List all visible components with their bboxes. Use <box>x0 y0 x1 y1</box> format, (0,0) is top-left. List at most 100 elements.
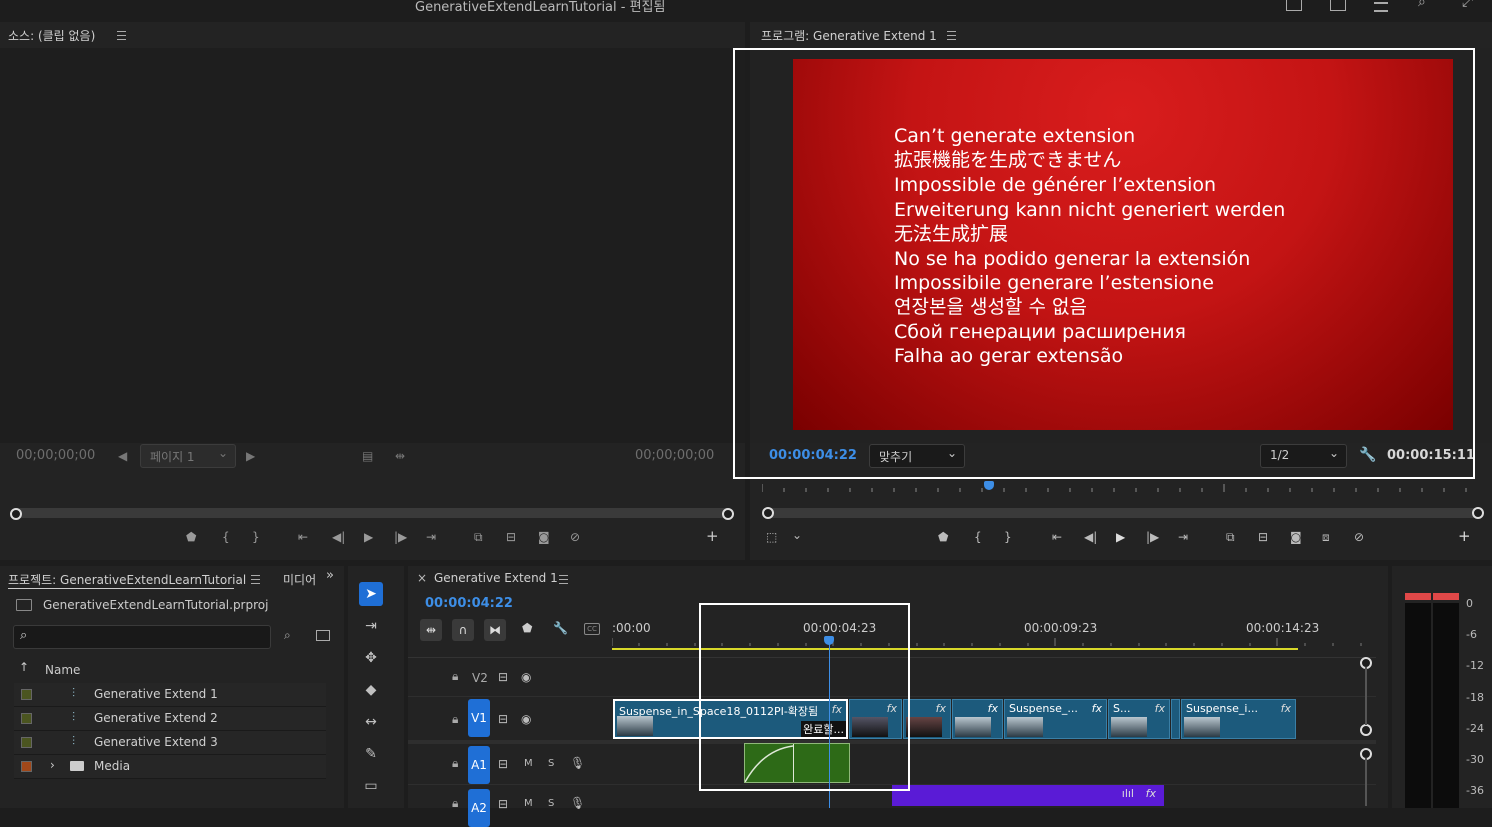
settings-wrench-icon[interactable]: 🔧 <box>553 621 568 635</box>
project-tab[interactable]: 프로젝트: GenerativeExtendLearnTutorial <box>8 571 246 588</box>
step-back-icon[interactable]: ◀| <box>1084 529 1097 545</box>
workspace-icon[interactable] <box>1374 2 1388 12</box>
program-scrub-end-handle[interactable] <box>1472 507 1484 519</box>
rectangle-tool-icon[interactable]: ▭ <box>359 774 383 798</box>
mark-out-icon[interactable]: } <box>252 529 260 545</box>
linked-selection-icon[interactable]: ⧓ <box>484 619 506 641</box>
nest-toggle-icon[interactable]: ⇹ <box>420 619 442 641</box>
list-item[interactable]: ⫶ Generative Extend 3 <box>14 731 326 755</box>
list-item[interactable]: ⫶ Generative Extend 2 <box>14 707 326 731</box>
chevron-down-icon[interactable]: ⌄ <box>792 527 802 543</box>
extract-icon[interactable]: ⊟ <box>1258 529 1268 545</box>
selection-zoom-icon[interactable]: ⬚ <box>766 529 777 545</box>
mark-in-icon[interactable]: { <box>974 529 982 545</box>
add-marker-icon[interactable]: ⬟ <box>938 529 948 545</box>
sync-lock-icon[interactable]: ⊟ <box>498 670 508 684</box>
go-to-in-icon[interactable]: ⇤ <box>298 529 308 545</box>
video-clip[interactable]: S... fx <box>1108 699 1170 739</box>
razor-tool-icon[interactable]: ◆ <box>359 678 383 702</box>
sync-lock-icon[interactable]: ⊟ <box>498 797 508 811</box>
label-color-swatch[interactable] <box>21 737 32 748</box>
project-panel-menu-icon[interactable] <box>251 575 260 584</box>
video-clip[interactable]: fx <box>903 699 951 739</box>
panel-overflow-icon[interactable]: » <box>326 568 334 583</box>
ripple-icon[interactable]: ⇹ <box>395 448 405 464</box>
program-time-ruler[interactable] <box>762 481 1482 494</box>
track-label-v2[interactable]: V2 <box>472 671 488 685</box>
label-color-swatch[interactable] <box>21 713 32 724</box>
add-button-icon[interactable]: + <box>1458 528 1471 544</box>
panel-layout-icon[interactable] <box>1286 0 1302 11</box>
sort-up-icon[interactable]: ↑ <box>19 660 29 674</box>
fullscreen-icon[interactable]: ⤢ <box>1462 0 1473 10</box>
timeline-panel-menu-icon[interactable] <box>559 575 568 584</box>
find-icon[interactable]: ⌕ <box>284 628 291 643</box>
track-select-tool-icon[interactable]: ⇥ <box>359 614 383 638</box>
lock-icon[interactable]: 🔒︎ <box>452 712 458 727</box>
mark-out-icon[interactable]: } <box>1004 529 1012 545</box>
timeline-tab[interactable]: Generative Extend 1 <box>434 571 558 585</box>
comparison-view-icon[interactable]: ⧈ <box>1322 529 1330 545</box>
export-frame-icon[interactable]: ◙ <box>538 529 550 545</box>
export-frame-icon[interactable]: ◙ <box>1290 529 1302 545</box>
ripple-edit-tool-icon[interactable]: ✥ <box>359 646 383 670</box>
track-label-a1[interactable]: A1 <box>468 746 490 784</box>
page-next-icon[interactable]: ▶ <box>246 448 255 464</box>
source-scrub-start-handle[interactable] <box>10 508 22 520</box>
expand-arrow-icon[interactable]: › <box>50 758 55 772</box>
search-icon[interactable]: ⌕ <box>1418 0 1426 10</box>
selection-tool-icon[interactable]: ➤ <box>359 582 383 606</box>
page-dropdown[interactable]: 페이지 1 ⌄ <box>140 444 236 468</box>
video-clip[interactable]: Suspense_... fx <box>1004 699 1107 739</box>
sync-lock-icon[interactable]: ⊟ <box>498 757 508 771</box>
source-timecode-out[interactable]: 00;00;00;00 <box>635 448 714 463</box>
captions-icon[interactable]: CC <box>584 623 600 635</box>
source-monitor-title[interactable]: 소스: (클립 없음) <box>8 27 95 44</box>
video-clip[interactable]: fx <box>952 699 1003 739</box>
label-color-swatch[interactable] <box>21 689 32 700</box>
track-label-a2[interactable]: A2 <box>468 789 490 827</box>
vr-icon[interactable]: ⊘ <box>1354 529 1364 545</box>
source-scrub-bar[interactable] <box>12 508 732 518</box>
step-forward-icon[interactable]: |▶ <box>394 529 407 545</box>
name-column-header[interactable]: Name <box>45 663 80 677</box>
eye-icon[interactable]: ◉ <box>521 670 531 684</box>
lock-icon[interactable]: 🔒︎ <box>452 756 458 771</box>
program-scrub-start-handle[interactable] <box>762 507 774 519</box>
audio-clip-a2[interactable]: ılıl fx <box>892 785 1164 806</box>
page-prev-icon[interactable]: ◀ <box>118 448 127 464</box>
track-label-v1[interactable]: V1 <box>468 699 490 737</box>
new-bin-icon[interactable] <box>316 630 330 641</box>
eye-icon[interactable]: ◉ <box>521 712 531 726</box>
step-forward-icon[interactable]: |▶ <box>1146 529 1159 545</box>
solo-button[interactable]: S <box>548 758 554 769</box>
mute-button[interactable]: M <box>524 798 533 809</box>
lift-icon[interactable]: ⧉ <box>1226 529 1235 545</box>
mute-button[interactable]: M <box>524 758 533 769</box>
go-to-out-icon[interactable]: ⇥ <box>1178 529 1188 545</box>
lock-icon[interactable]: 🔒︎ <box>452 796 458 811</box>
list-item[interactable]: ⫶ Generative Extend 1 <box>14 683 326 707</box>
play-icon[interactable]: ▶ <box>1116 529 1125 545</box>
solo-button[interactable]: S <box>548 798 554 809</box>
microphone-icon[interactable]: 🎙︎ <box>570 756 585 770</box>
video-clip[interactable]: Suspense_i... fx <box>1181 699 1296 739</box>
video-scrollbar[interactable] <box>1365 667 1367 725</box>
media-browser-tab[interactable]: 미디어 <box>283 571 316 588</box>
video-zoom-handle-bottom[interactable] <box>1360 724 1372 736</box>
safe-margins-icon[interactable]: ▤ <box>362 448 373 464</box>
mark-in-icon[interactable]: { <box>222 529 230 545</box>
timeline-playhead-timecode[interactable]: 00:00:04:22 <box>425 596 513 611</box>
source-timecode-in[interactable]: 00;00;00;00 <box>16 448 95 463</box>
overwrite-icon[interactable]: ⊟ <box>506 529 516 545</box>
slip-tool-icon[interactable]: ↔ <box>359 710 383 734</box>
add-marker-icon[interactable]: ⬟ <box>186 529 196 545</box>
program-scrub-bar[interactable] <box>766 508 1480 518</box>
list-item[interactable]: › Media <box>14 755 326 779</box>
pen-tool-icon[interactable]: ✎ <box>359 742 383 766</box>
play-icon[interactable]: ▶ <box>364 529 373 545</box>
project-search-input[interactable]: ⌕ <box>13 625 271 649</box>
video-clip[interactable] <box>1171 699 1180 739</box>
export-icon[interactable] <box>1330 0 1346 11</box>
audio-scrollbar[interactable] <box>1365 758 1367 806</box>
